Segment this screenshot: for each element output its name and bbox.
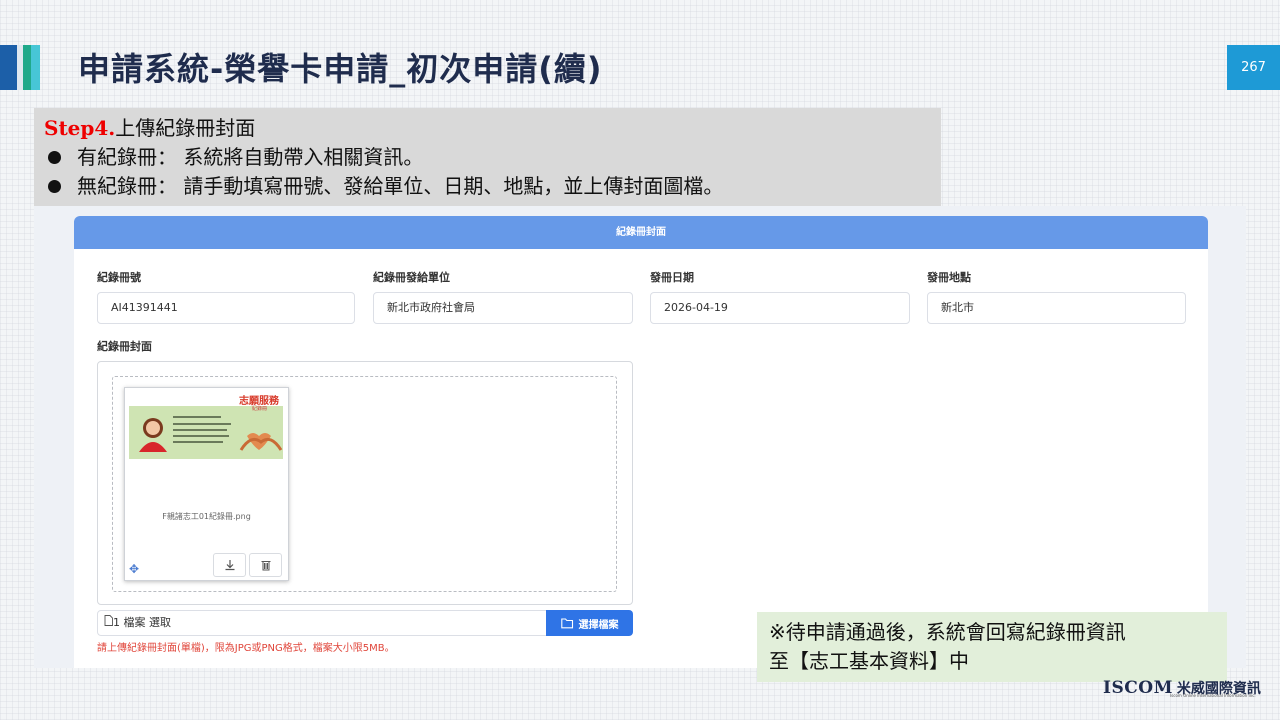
issuing-unit-label: 紀錄冊發給單位 [373, 271, 450, 284]
slide-title: 申請系統-榮譽卡申請_初次申請(續) [78, 50, 603, 88]
bullet-icon [48, 180, 61, 193]
page-number: 267 [1227, 45, 1280, 90]
upload-panel: 志願服務 紀錄冊 F親諸志工01紀錄冊.png ✥ [97, 361, 633, 605]
issue-date-label: 發冊日期 [650, 271, 694, 284]
record-number-input[interactable]: AI41391441 [97, 292, 355, 324]
card-header: 紀錄冊封面 [74, 216, 1208, 249]
accent-bar-cyan [31, 45, 40, 90]
cover-label: 紀錄冊封面 [97, 340, 152, 353]
delete-button[interactable] [249, 553, 282, 577]
upload-hint: 請上傳紀錄冊封面(單檔)，限為JPG或PNG格式，檔案大小限5MB。 [97, 643, 395, 654]
uploaded-file-name: F親諸志工01紀錄冊.png [162, 512, 251, 521]
record-book-cover-card: 紀錄冊封面 紀錄冊號 AI41391441 紀錄冊發給單位 新北市政府社會局 發… [74, 216, 1208, 668]
bullet-item: 無紀錄冊： 請手動填寫冊號、發給單位、日期、地點，並上傳封面圖檔。 [44, 172, 941, 201]
step-heading: Step4.上傳紀錄冊封面 [44, 114, 941, 143]
file-count-text: 1 檔案 選取 [113, 616, 171, 629]
bullet-icon [48, 151, 61, 164]
file-dropzone[interactable]: 志願服務 紀錄冊 F親諸志工01紀錄冊.png ✥ [112, 376, 617, 592]
download-icon [225, 560, 234, 571]
bullet-text: 有紀錄冊： 系統將自動帶入相關資訊。 [77, 145, 424, 169]
instruction-box: Step4.上傳紀錄冊封面 有紀錄冊： 系統將自動帶入相關資訊。 無紀錄冊： 請… [34, 108, 941, 206]
logo-wordmark: ISCOM [1103, 678, 1173, 698]
bullet-text: 無紀錄冊： 請手動填寫冊號、發給單位、日期、地點，並上傳封面圖檔。 [77, 174, 724, 198]
volunteer-portrait-icon [139, 418, 283, 452]
issue-location-input[interactable]: 新北市 [927, 292, 1186, 324]
app-screenshot: 紀錄冊封面 紀錄冊號 AI41391441 紀錄冊發給單位 新北市政府社會局 發… [34, 206, 1246, 668]
issuing-unit-input[interactable]: 新北市政府社會局 [373, 292, 633, 324]
record-number-label: 紀錄冊號 [97, 271, 141, 284]
issue-location-label: 發冊地點 [927, 271, 971, 284]
file-select-field[interactable]: 1 檔案 選取 [97, 610, 547, 636]
select-file-button[interactable]: 選擇檔案 [546, 610, 633, 636]
trash-icon [261, 561, 270, 571]
issue-date-input[interactable]: 2026-04-19 [650, 292, 910, 324]
file-preview-card: 志願服務 紀錄冊 F親諸志工01紀錄冊.png ✥ [124, 387, 289, 581]
note-line: 至【志工基本資料】中 [769, 649, 969, 673]
folder-open-icon [560, 617, 573, 628]
note-line: ※待申請通過後，系統會回寫紀錄冊資訊 [769, 620, 1126, 644]
step-label: Step4. [44, 116, 116, 140]
accent-bar-teal [23, 45, 31, 90]
logo-tagline: Iscom Online International Information I… [1170, 693, 1256, 698]
drag-move-icon[interactable]: ✥ [129, 562, 139, 576]
cover-thumbnail-image: 志願服務 紀錄冊 [129, 392, 283, 459]
select-file-label: 選擇檔案 [578, 619, 619, 631]
bullet-item: 有紀錄冊： 系統將自動帶入相關資訊。 [44, 143, 941, 172]
approval-note: ※待申請通過後，系統會回寫紀錄冊資訊 至【志工基本資料】中 [757, 612, 1227, 682]
download-button[interactable] [213, 553, 246, 577]
accent-bar-dark [0, 45, 17, 90]
file-icon [104, 611, 113, 635]
step-text: 上傳紀錄冊封面 [115, 116, 256, 140]
